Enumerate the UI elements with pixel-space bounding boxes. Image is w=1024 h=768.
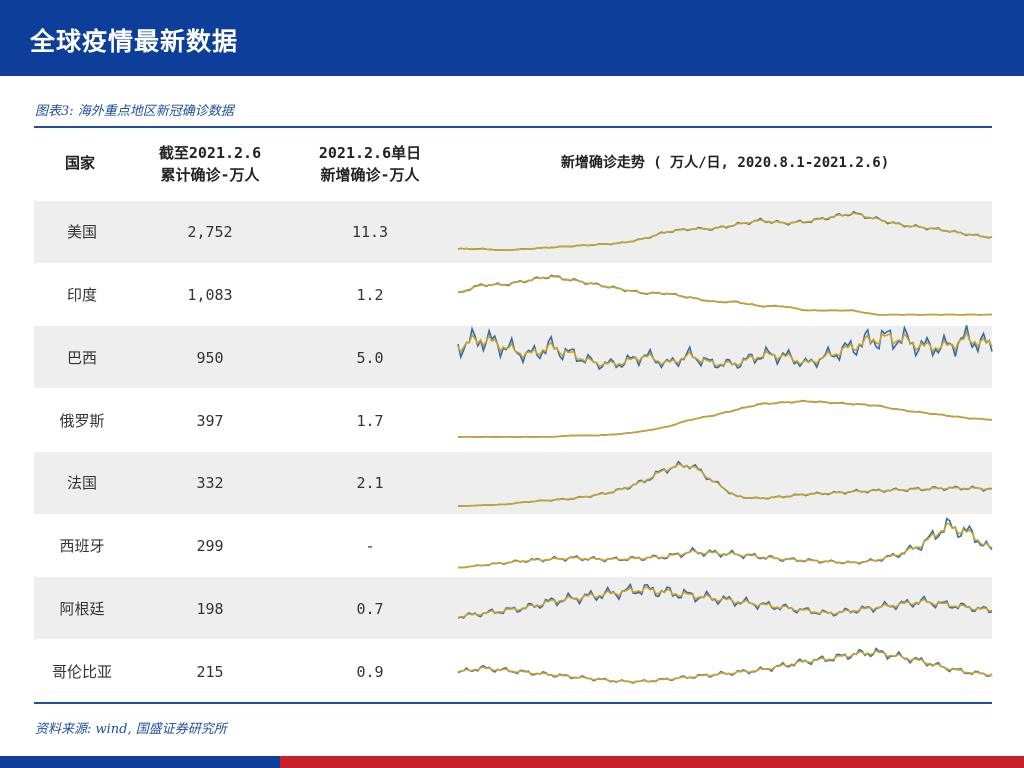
sparkline-series-smoothed: [457, 522, 993, 569]
cell-cumulative: 1,083: [187, 286, 233, 304]
sparkline-russia: [458, 399, 993, 438]
header-cumulative-l1: 截至2021.2.6: [158, 144, 262, 162]
cell-country: 哥伦比亚: [51, 663, 112, 681]
cell-cumulative: 299: [196, 537, 224, 555]
sparkline-series-daily: [457, 582, 993, 619]
cell-country: 法国: [66, 474, 97, 492]
cell-cumulative: 950: [196, 349, 224, 367]
cell-daily: -: [365, 537, 375, 555]
cell-daily: 1.2: [356, 286, 384, 304]
cell-country: 美国: [66, 223, 97, 241]
header-daily-l1: 2021.2.6单日: [318, 144, 422, 162]
sparkline-series-daily: [458, 399, 993, 438]
source-note: 资料来源: wind, 国盛证券研究所: [35, 722, 227, 737]
cell-country: 俄罗斯: [59, 412, 105, 430]
cell-country: 西班牙: [59, 537, 105, 555]
sparkline-spain: [457, 517, 993, 569]
cell-daily: 2.1: [356, 474, 384, 492]
cell-daily: 5.0: [356, 349, 384, 367]
header-trend: 新增确诊走势 ( 万人/日, 2020.8.1-2021.2.6): [560, 155, 890, 171]
header-country: 国家: [64, 154, 95, 172]
sparkline-usa: [457, 210, 993, 252]
sparkline-series-smoothed: [458, 400, 993, 438]
sparkline-series-smoothed: [457, 275, 992, 316]
sparkline-series-daily: [457, 647, 993, 684]
cell-country: 巴西: [66, 349, 97, 367]
page-title: 全球疫情最新数据: [30, 27, 239, 56]
sparkline-series-smoothed: [457, 212, 993, 251]
sparkline-series-smoothed: [458, 462, 993, 507]
table-top-rule: [34, 126, 992, 128]
sparkline-series-daily: [457, 460, 993, 507]
sparkline-series-daily: [457, 274, 993, 316]
header-cumulative-l2: 累计确诊-万人: [160, 166, 260, 184]
cell-daily: 0.9: [356, 663, 384, 681]
sparkline-france: [457, 460, 993, 507]
cell-daily: 11.3: [351, 223, 389, 241]
cell-country: 阿根廷: [59, 600, 105, 618]
cell-cumulative: 397: [196, 412, 224, 430]
footer-bar-blue: [0, 756, 280, 768]
sparkline-series-daily: [457, 517, 993, 569]
sparkline-brazil: [457, 324, 993, 371]
cell-cumulative: 198: [196, 600, 224, 618]
table-bottom-rule: [34, 702, 992, 704]
sparkline-colombia: [457, 647, 993, 684]
sparkline-india: [457, 274, 993, 316]
sparkline-argentina: [457, 582, 993, 619]
cell-cumulative: 2,752: [187, 223, 233, 241]
sparkline-series-smoothed: [457, 586, 993, 619]
cell-daily: 0.7: [356, 600, 384, 618]
footer-bar-red: [280, 756, 1024, 768]
cell-cumulative: 332: [196, 474, 224, 492]
sparkline-series-daily: [457, 210, 993, 252]
title-bar: 全球疫情最新数据: [0, 0, 1024, 76]
cell-country: 印度: [66, 286, 97, 304]
sparkline-series-smoothed: [457, 649, 993, 684]
figure-caption: 图表3: 海外重点地区新冠确诊数据: [35, 104, 234, 119]
header-daily-l2: 新增确诊-万人: [320, 166, 420, 184]
cell-cumulative: 215: [196, 663, 224, 681]
cell-daily: 1.7: [356, 412, 384, 430]
